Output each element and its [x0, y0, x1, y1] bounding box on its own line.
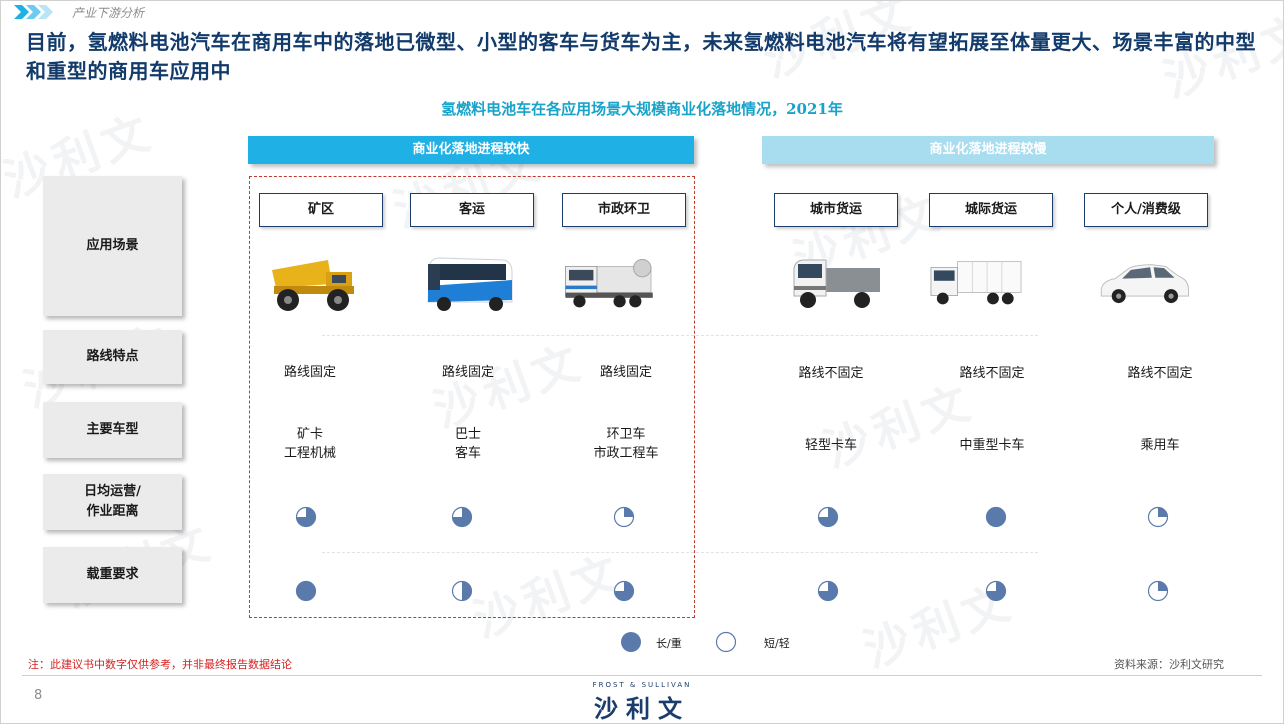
vehicle-type-cell: 轻型卡车: [804, 438, 857, 453]
vehicle-type-cell: 巴士 客车: [388, 425, 548, 463]
legend-full-label: 长/重: [656, 637, 682, 650]
scenario-header-mining: 矿区: [259, 193, 383, 227]
row-label-text: 路线特点: [86, 349, 139, 364]
distance-harvey-ball: [1147, 506, 1169, 528]
route-cell: 路线固定: [441, 365, 494, 380]
harvey-ball-fill: [1158, 507, 1168, 517]
mining-truck-icon: [272, 260, 354, 311]
row-separator: [322, 335, 1038, 336]
chart-title: 氢燃料电池车在各应用场景大规模商业化落地情况，2021年: [441, 100, 843, 118]
load-harvey-ball: [985, 580, 1007, 602]
row-label-text: 应用场景: [86, 238, 139, 253]
row-label-route: 路线特点: [43, 330, 182, 384]
row-label-distance: 日均运营/ 作业距离: [43, 474, 182, 530]
scenario-header-passenger: 客运: [410, 193, 534, 227]
logo-text-en: FROST & SULLIVAN: [592, 681, 692, 689]
route-cell: 路线不固定: [1127, 366, 1193, 381]
vehicle-type-cell: 乘用车: [1140, 438, 1180, 453]
banner-slow: 商业化落地进程较慢: [762, 136, 1214, 164]
banner-fast: 商业化落地进程较快: [248, 136, 694, 164]
scenario-header-sanitation: 市政环卫: [562, 193, 686, 227]
row-label-text: 日均运营/: [84, 484, 141, 499]
vehicle-type-line: 工程机械: [283, 446, 336, 461]
row-label-text: 主要车型: [86, 422, 139, 437]
distance-harvey-ball: [451, 506, 473, 528]
harvey-ball-fill: [986, 507, 1006, 527]
row-label-text: 载重要求: [86, 567, 139, 582]
route-cell: 路线固定: [283, 365, 336, 380]
vehicle-type-line: 巴士: [454, 427, 481, 442]
row-separator: [322, 552, 1038, 553]
legend-empty-circle-icon: [715, 631, 737, 653]
scenario-header-urban-freight: 城市货运: [774, 193, 898, 227]
footer-divider: [22, 675, 1262, 676]
route-cell: 路线不固定: [959, 366, 1025, 381]
section-label: 产业下游分析: [72, 6, 145, 20]
load-harvey-ball: [817, 580, 839, 602]
light-truck-icon: [793, 259, 880, 308]
chevron-arrows-icon: [14, 5, 53, 19]
row-label-text: 作业距离: [86, 504, 139, 519]
load-harvey-ball: [295, 580, 317, 602]
logo-text-cn: 沙利文: [594, 695, 690, 723]
bus-icon: [427, 257, 513, 311]
row-label-vehicle-type: 主要车型: [43, 402, 182, 458]
vehicle-type-line: 客车: [454, 446, 481, 461]
route-cell: 路线不固定: [798, 366, 864, 381]
page-headline: 目前，氢燃料电池汽车在商用车中的落地已微型、小型的客车与货车为主，未来氢燃料电池…: [26, 30, 1256, 83]
vehicle-type-line: 市政工程车: [593, 446, 659, 461]
harvey-ball-fill: [624, 507, 634, 517]
row-label-scene: 应用场景: [43, 176, 182, 316]
row-label-load: 载重要求: [43, 547, 182, 603]
legend-empty-label: 短/轻: [764, 637, 790, 650]
scenario-header-intercity-freight: 城际货运: [929, 193, 1053, 227]
harvey-ball-fill: [1158, 581, 1168, 591]
distance-harvey-ball: [817, 506, 839, 528]
source-credit: 资料来源：沙利文研究: [1114, 658, 1224, 671]
page-number: 8: [34, 688, 43, 703]
route-cell: 路线固定: [599, 365, 652, 380]
load-harvey-ball: [451, 580, 473, 602]
vehicle-type-cell: 中重型卡车: [959, 438, 1025, 453]
load-harvey-ball: [613, 580, 635, 602]
distance-harvey-ball: [985, 506, 1007, 528]
vehicle-type-line: 环卫车: [606, 427, 646, 442]
legend-full-circle-icon: [621, 632, 641, 652]
sanitation-truck-icon: [565, 258, 653, 308]
disclaimer-note: 注：此建议书中数字仅供参考，并非最终报告数据结论: [28, 658, 292, 671]
vehicle-type-cell: 环卫车 市政工程车: [546, 425, 706, 463]
vehicle-type-cell: 矿卡 工程机械: [230, 425, 390, 463]
distance-harvey-ball: [613, 506, 635, 528]
scenario-header-consumer: 个人/消费级: [1084, 193, 1208, 227]
top-bar: [0, 0, 1284, 24]
load-harvey-ball: [1147, 580, 1169, 602]
distance-harvey-ball: [295, 506, 317, 528]
vehicle-type-line: 矿卡: [296, 427, 323, 442]
sedan-icon: [1100, 264, 1189, 304]
box-truck-icon: [930, 261, 1022, 305]
harvey-ball-fill: [296, 581, 316, 601]
